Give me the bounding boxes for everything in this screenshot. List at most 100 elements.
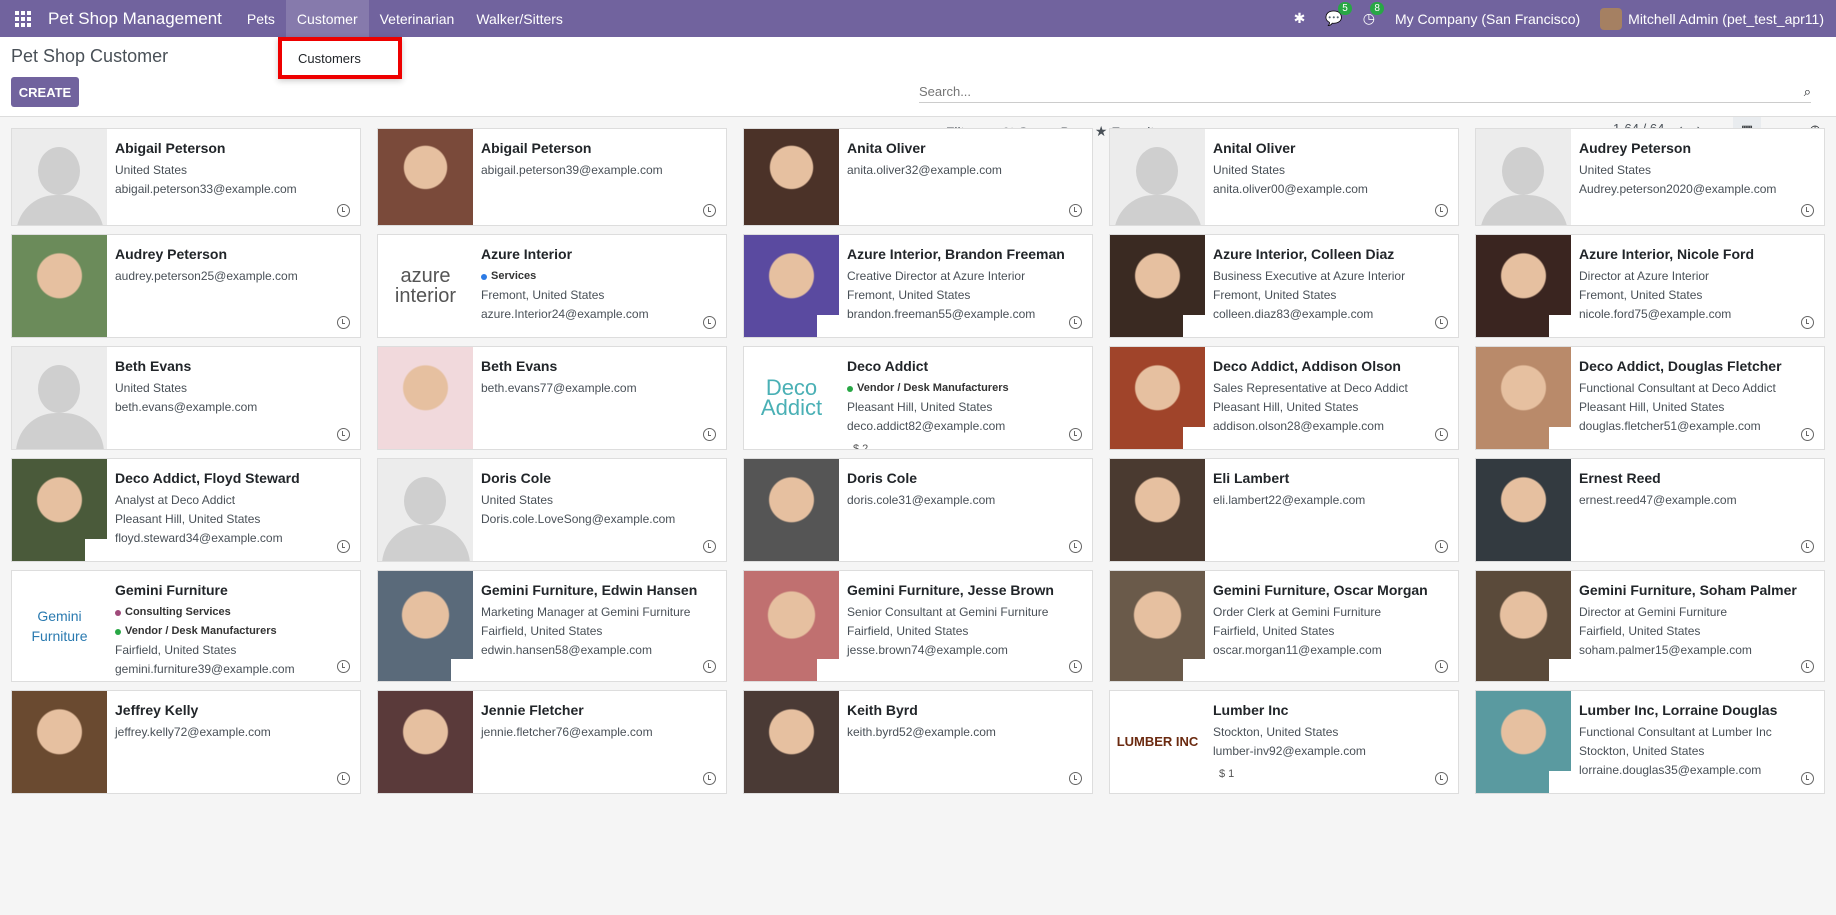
bug-icon[interactable]: ✱ [1294,10,1306,27]
activity-clock-icon[interactable] [1069,772,1082,785]
menu-walker-sitters[interactable]: Walker/Sitters [465,0,574,37]
customer-card[interactable]: Lumber Inc, Lorraine Douglas Functional C… [1475,690,1825,794]
customer-card[interactable]: Audrey Peterson United States Audrey.peter… [1475,128,1825,226]
sales-count[interactable]: $ 2 [847,440,1009,449]
activity-clock-icon[interactable] [703,204,716,217]
search-icon[interactable]: ⌕ [1804,84,1811,100]
activity-clock-icon[interactable] [337,316,350,329]
customer-card[interactable]: Jeffrey Kelly jeffrey.kelly72@example.com [11,690,361,794]
menu-customer[interactable]: Customer [285,0,369,37]
card-detail-line: anita.oliver00@example.com [1213,182,1368,196]
card-detail-line: colleen.diaz83@example.com [1213,307,1374,321]
search-input[interactable] [919,84,1804,99]
card-detail-line: abigail.peterson33@example.com [115,182,297,196]
activity-clock-icon[interactable] [1069,428,1082,441]
activity-clock-icon[interactable] [1069,204,1082,217]
customer-card[interactable]: Anita Oliver anita.oliver32@example.com [743,128,1093,226]
activity-icon[interactable]: ◷ 8 [1363,2,1384,27]
card-detail-line: anita.oliver32@example.com [847,163,1002,177]
activity-clock-icon[interactable] [1069,540,1082,553]
activity-clock-icon[interactable] [337,540,350,553]
card-info: Deco Addict, Addison Olson Sales Represen… [1205,347,1416,449]
menu-pets[interactable]: Pets [236,0,286,37]
activity-clock-icon[interactable] [703,772,716,785]
user-menu[interactable]: Mitchell Admin (pet_test_apr11) [1600,7,1824,30]
customer-card[interactable]: Eli Lambert eli.lambert22@example.com [1109,458,1459,562]
menu-veterinarian[interactable]: Veterinarian [369,0,466,37]
card-detail-line: beth.evans@example.com [115,400,258,414]
customer-card[interactable]: Gemini Furniture, Jesse Brown Senior Cons… [743,570,1093,682]
customer-card[interactable]: Gemini Furniture, Oscar Morgan Order Cler… [1109,570,1459,682]
customer-card[interactable]: Doris Cole United States Doris.cole.LoveSo… [377,458,727,562]
card-detail-line: ernest.reed47@example.com [1579,493,1737,507]
card-detail-line: keith.byrd52@example.com [847,725,996,739]
chat-icon[interactable]: 💬 5 [1325,2,1352,27]
company-logo-text: Deco Addict [760,375,823,420]
company-logo: Deco Addict [744,347,839,449]
activity-clock-icon[interactable] [1435,316,1448,329]
apps-menu-icon[interactable] [12,8,34,30]
activity-clock-icon[interactable] [1435,204,1448,217]
customer-card[interactable]: Deco Addict, Douglas Fletcher Functional … [1475,346,1825,450]
customer-card[interactable]: Deco Addict Deco Addict Vendor / Desk Manu… [743,346,1093,450]
activity-clock-icon[interactable] [1801,428,1814,441]
card-detail-line: beth.evans77@example.com [481,381,637,395]
activity-clock-icon[interactable] [1801,204,1814,217]
customer-card[interactable]: Doris Cole doris.cole31@example.com [743,458,1093,562]
sales-count[interactable]: $ 1 [1213,765,1366,784]
activity-clock-icon[interactable] [1801,540,1814,553]
activity-clock-icon[interactable] [703,428,716,441]
customer-card[interactable]: Beth Evans United States beth.evans@exampl… [11,346,361,450]
activity-clock-icon[interactable] [1069,660,1082,673]
customer-name: Beth Evans [115,358,192,374]
customer-card[interactable]: Gemini Furniture, Edwin Hansen Marketing … [377,570,727,682]
activity-clock-icon[interactable] [1435,660,1448,673]
dropdown-item-customers[interactable]: Customers [298,51,361,66]
customer-card[interactable]: Audrey Peterson audrey.peterson25@example… [11,234,361,338]
activity-clock-icon[interactable] [1801,660,1814,673]
card-detail-line: Director at Azure Interior [1579,269,1710,283]
activity-clock-icon[interactable] [337,772,350,785]
customer-card[interactable]: Azure Interior, Nicole Ford Director at A… [1475,234,1825,338]
customer-card[interactable]: Abigail Peterson abigail.peterson39@examp… [377,128,727,226]
activity-clock-icon[interactable] [337,428,350,441]
company-logo: azure interior [378,235,473,337]
customer-card[interactable]: Abigail Peterson United States abigail.pet… [11,128,361,226]
card-info: Deco Addict, Floyd Steward Analyst at Dec… [107,459,308,561]
activity-clock-icon[interactable] [1435,772,1448,785]
customer-card[interactable]: Anital Oliver United States anita.oliver00… [1109,128,1459,226]
card-detail-line: Stockton, United States [1213,725,1339,739]
activity-clock-icon[interactable] [1435,540,1448,553]
user-avatar [1600,7,1623,30]
customer-card[interactable]: Jennie Fletcher jennie.fletcher76@example… [377,690,727,794]
activity-clock-icon[interactable] [703,540,716,553]
customer-image [378,129,473,225]
customer-card[interactable]: Ernest Reed ernest.reed47@example.com [1475,458,1825,562]
activity-clock-icon[interactable] [703,316,716,329]
customer-card[interactable]: LUMBER INC Lumber Inc Stockton, United Sta… [1109,690,1459,794]
customer-card[interactable]: Azure Interior, Colleen Diaz Business Exe… [1109,234,1459,338]
create-button[interactable]: CREATE [11,77,79,107]
customer-card[interactable]: Gemini Furniture, Soham Palmer Director a… [1475,570,1825,682]
activity-clock-icon[interactable] [703,660,716,673]
activity-clock-icon[interactable] [337,204,350,217]
card-info: Deco Addict Vendor / Desk Manufacturers Pl… [839,347,1017,449]
activity-clock-icon[interactable] [1801,316,1814,329]
user-name: Mitchell Admin (pet_test_apr11) [1628,10,1824,27]
customer-card[interactable]: Gemini Furniture Gemini Furniture Consulti… [11,570,361,682]
customer-card[interactable]: Keith Byrd keith.byrd52@example.com [743,690,1093,794]
card-info: Jennie Fletcher jennie.fletcher76@example… [473,691,661,793]
card-detail-line: Business Executive at Azure Interior [1213,269,1406,283]
customer-card[interactable]: Azure Interior, Brandon Freeman Creative … [743,234,1093,338]
customer-card[interactable]: azure interior Azure Interior Services Frem… [377,234,727,338]
activity-clock-icon[interactable] [1069,316,1082,329]
customer-card[interactable]: Deco Addict, Floyd Steward Analyst at Dec… [11,458,361,562]
activity-clock-icon[interactable] [1435,428,1448,441]
activity-clock-icon[interactable] [1801,772,1814,785]
activity-clock-icon[interactable] [337,660,350,673]
company-switcher[interactable]: My Company (San Francisco) [1395,11,1580,27]
customer-card[interactable]: Beth Evans beth.evans77@example.com [377,346,727,450]
app-brand[interactable]: Pet Shop Management [48,9,222,29]
customer-image [1110,235,1205,337]
customer-card[interactable]: Deco Addict, Addison Olson Sales Represen… [1109,346,1459,450]
